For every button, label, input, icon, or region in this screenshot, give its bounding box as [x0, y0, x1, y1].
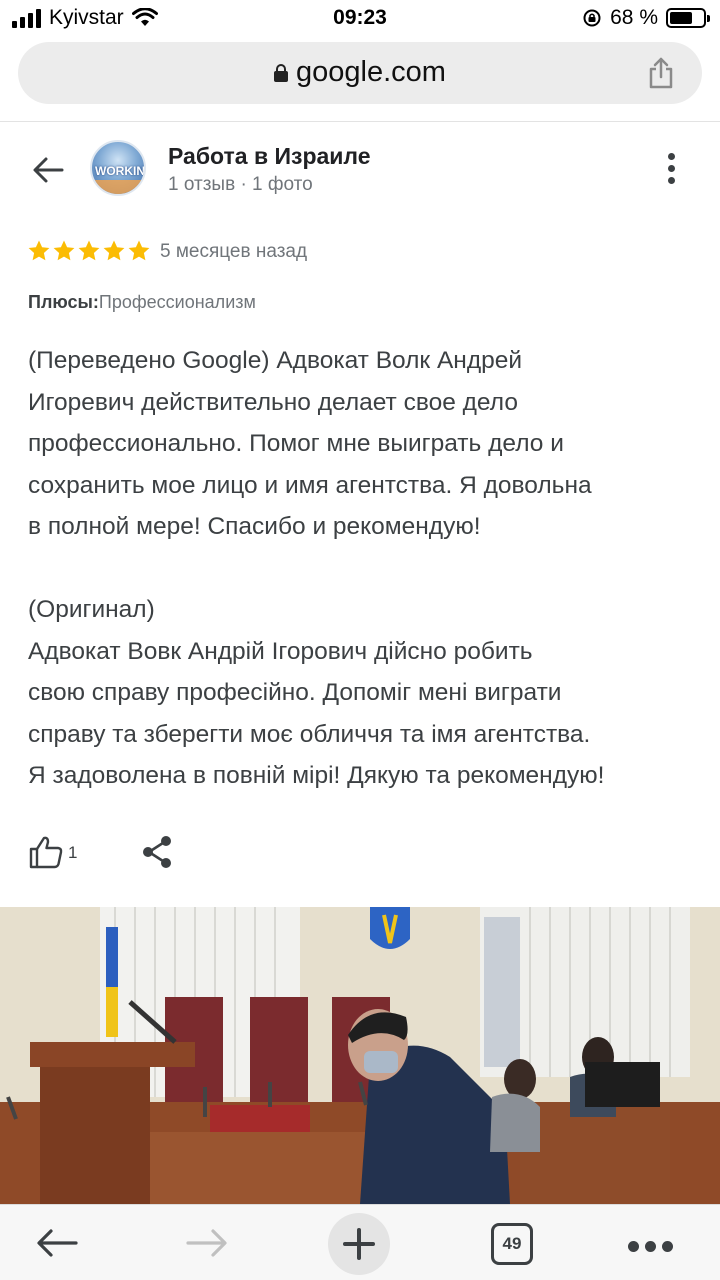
- share-icon[interactable]: [644, 56, 678, 90]
- orientation-lock-icon: [583, 9, 601, 27]
- review-line: справу та зберегти моє обличчя та імя аг…: [28, 720, 591, 748]
- status-right: 68 %: [582, 6, 710, 30]
- star-icon: [53, 240, 75, 261]
- pros-value: Профессионализм: [98, 292, 256, 312]
- place-title[interactable]: Работа в Израиле: [168, 143, 371, 170]
- review-line: профессионально. Помог мне выиграть дело…: [28, 430, 564, 457]
- tab-switcher-button[interactable]: 49: [491, 1223, 533, 1265]
- review-line: Игоревич действительно делает свое дело: [28, 388, 518, 416]
- lock-icon: [274, 64, 289, 82]
- url-bar[interactable]: google.com: [18, 42, 702, 104]
- arrow-left-icon[interactable]: [34, 1225, 80, 1261]
- review-time: 5 месяцев назад: [160, 241, 308, 262]
- url-display[interactable]: google.com: [18, 56, 702, 89]
- review-text: (Переведено Google) Адвокат Волк Андрей …: [28, 340, 708, 797]
- arrow-right-icon[interactable]: [184, 1225, 230, 1261]
- star-icon: [28, 240, 50, 261]
- arrow-left-icon[interactable]: [30, 152, 66, 188]
- review-line: сохранить мое лицо и имя агентства. Я до…: [28, 471, 592, 499]
- star-icon: [78, 240, 100, 261]
- review-photo[interactable]: [0, 907, 720, 1204]
- place-meta: 1 отзыв · 1 фото: [168, 174, 313, 195]
- divider: [0, 121, 720, 122]
- share-nodes-icon[interactable]: [140, 834, 174, 870]
- avatar[interactable]: WORKIN: [90, 140, 146, 196]
- more-vertical-icon[interactable]: [664, 153, 678, 187]
- battery-fill: [670, 12, 692, 24]
- url-text: google.com: [296, 56, 446, 88]
- review-line: свою справу професійно. Допоміг мені виг…: [28, 679, 562, 706]
- pros-label: Плюсы:: [28, 292, 99, 312]
- review-line: Адвокат Вовк Андрій Ігорович дійсно роби…: [28, 637, 533, 665]
- avatar-band: [92, 180, 144, 194]
- like-count: 1: [68, 843, 78, 862]
- review-line: (Переведено Google) Адвокат Волк Андрей: [28, 347, 523, 374]
- status-bar: Kyivstar 09:23 68 %: [0, 0, 720, 36]
- thumbs-up-icon[interactable]: [28, 834, 64, 870]
- star-icon: [103, 240, 125, 261]
- browser-toolbar: 49: [0, 1204, 720, 1280]
- review-line: в полной мере! Спасибо и рекомендую!: [28, 513, 481, 540]
- star-icon: [128, 240, 150, 261]
- more-horizontal-icon[interactable]: [628, 1241, 673, 1252]
- review-pros: Плюсы:Профессионализм: [28, 292, 256, 313]
- star-rating: [27, 239, 151, 263]
- new-tab-button[interactable]: [328, 1213, 390, 1275]
- review-line: Я задоволена в повній мірі! Дякую та рек…: [28, 762, 605, 789]
- review-line: (Оригинал): [28, 596, 155, 623]
- avatar-logo-text: WORKIN: [95, 164, 145, 178]
- battery-icon: [666, 8, 710, 28]
- battery-percent: 68 %: [610, 6, 658, 29]
